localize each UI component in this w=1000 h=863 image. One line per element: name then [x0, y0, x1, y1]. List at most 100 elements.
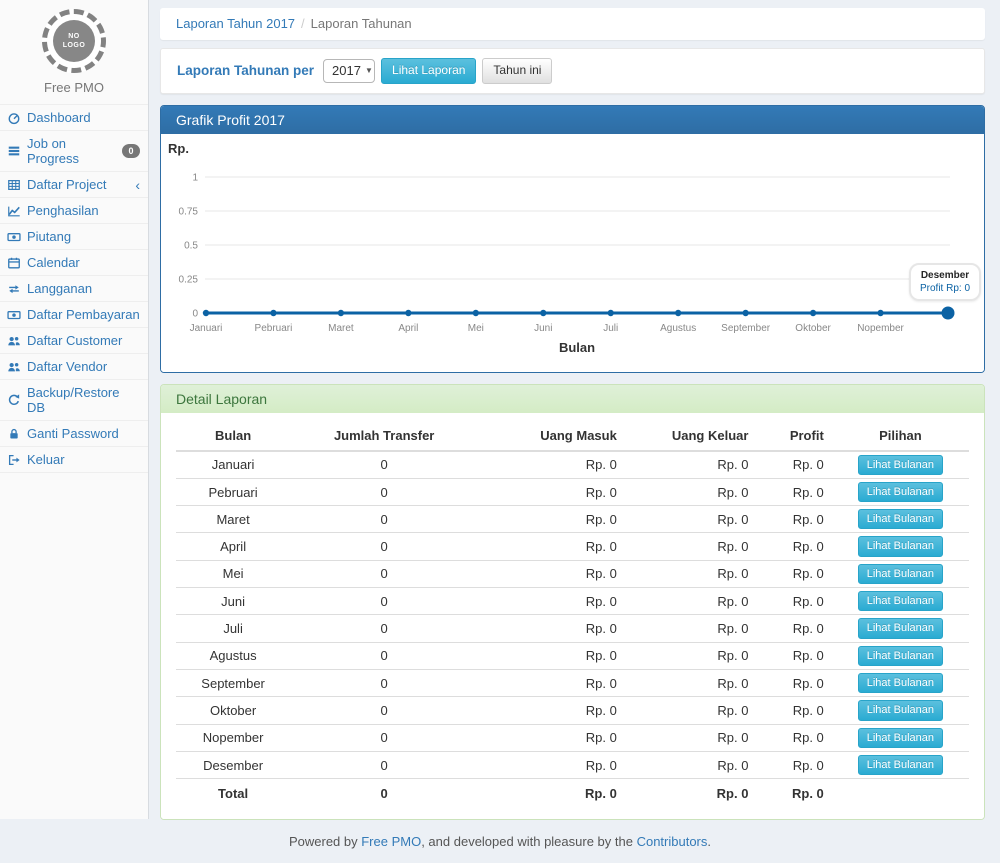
sidebar-item-label: Dashboard	[27, 110, 91, 125]
cell-bulan: Juli	[176, 615, 290, 642]
cell-uang-keluar: Rp. 0	[625, 478, 757, 505]
table-header-row: Bulan Jumlah Transfer Uang Masuk Uang Ke…	[176, 421, 969, 451]
col-header-profit: Profit	[756, 421, 831, 451]
table-row: Maret0Rp. 0Rp. 0Rp. 0Lihat Bulanan	[176, 506, 969, 533]
table-row: Juni0Rp. 0Rp. 0Rp. 0Lihat Bulanan	[176, 588, 969, 615]
cell-profit: Rp. 0	[756, 560, 831, 587]
cell-jumlah-transfer: 0	[290, 779, 478, 806]
tahun-ini-button[interactable]: Tahun ini	[482, 58, 552, 84]
cell-bulan: Agustus	[176, 642, 290, 669]
sidebar-item-daftar-vendor[interactable]: Daftar Vendor	[0, 354, 148, 380]
sidebar-item-job-on-progress[interactable]: Job on Progress0	[0, 131, 148, 172]
sidebar-item-label: Daftar Pembayaran	[27, 307, 140, 322]
svg-text:1: 1	[192, 172, 198, 183]
lihat-bulanan-button[interactable]: Lihat Bulanan	[858, 618, 943, 638]
sidebar-item-ganti-password[interactable]: Ganti Password	[0, 421, 148, 447]
svg-text:0.75: 0.75	[179, 206, 199, 217]
svg-text:Agustus: Agustus	[660, 323, 696, 334]
table-row: Januari0Rp. 0Rp. 0Rp. 0Lihat Bulanan	[176, 451, 969, 479]
lihat-bulanan-button[interactable]: Lihat Bulanan	[858, 536, 943, 556]
lihat-bulanan-button[interactable]: Lihat Bulanan	[858, 591, 943, 611]
cell-profit: Rp. 0	[756, 669, 831, 696]
breadcrumb: Laporan Tahun 2017/Laporan Tahunan	[160, 8, 985, 40]
cell-bulan: Pebruari	[176, 478, 290, 505]
sidebar-item-label: Daftar Project	[27, 177, 106, 192]
lihat-bulanan-button[interactable]: Lihat Bulanan	[858, 755, 943, 775]
sidebar-item-piutang[interactable]: Piutang	[0, 224, 148, 250]
lihat-bulanan-button[interactable]: Lihat Bulanan	[858, 673, 943, 693]
svg-text:Pebruari: Pebruari	[255, 323, 293, 334]
cell-pilihan: Lihat Bulanan	[832, 478, 969, 505]
cell-profit: Rp. 0	[756, 697, 831, 724]
cell-jumlah-transfer: 0	[290, 642, 478, 669]
cell-bulan: Mei	[176, 560, 290, 587]
lihat-bulanan-button[interactable]: Lihat Bulanan	[858, 482, 943, 502]
cell-pilihan: Lihat Bulanan	[832, 697, 969, 724]
sidebar-item-keluar[interactable]: Keluar	[0, 447, 148, 473]
lihat-bulanan-button[interactable]: Lihat Bulanan	[858, 646, 943, 666]
detail-panel-title: Detail Laporan	[161, 385, 984, 413]
breadcrumb-link[interactable]: Laporan Tahun 2017	[176, 16, 295, 31]
cell-bulan: Januari	[176, 451, 290, 479]
refresh-icon	[7, 393, 21, 407]
cell-uang-keluar: Rp. 0	[625, 615, 757, 642]
lihat-bulanan-button[interactable]: Lihat Bulanan	[858, 564, 943, 584]
sidebar-item-penghasilan[interactable]: Penghasilan	[0, 198, 148, 224]
cell-pilihan: Lihat Bulanan	[832, 724, 969, 751]
cell-uang-keluar: Rp. 0	[625, 779, 757, 806]
cell-uang-masuk: Rp. 0	[478, 642, 625, 669]
cell-bulan: April	[176, 533, 290, 560]
sidebar-item-label: Daftar Customer	[27, 333, 122, 348]
col-header-bulan: Bulan	[176, 421, 290, 451]
table-row: Desember0Rp. 0Rp. 0Rp. 0Lihat Bulanan	[176, 751, 969, 778]
cell-profit: Rp. 0	[756, 478, 831, 505]
sidebar-item-dashboard[interactable]: Dashboard	[0, 105, 148, 131]
contributors-link[interactable]: Contributors	[637, 834, 708, 849]
tasks-icon	[7, 144, 21, 158]
cell-profit: Rp. 0	[756, 724, 831, 751]
table-row: Pebruari0Rp. 0Rp. 0Rp. 0Lihat Bulanan	[176, 478, 969, 505]
lihat-bulanan-button[interactable]: Lihat Bulanan	[858, 700, 943, 720]
content: Laporan Tahun 2017/Laporan Tahunan Lapor…	[160, 0, 985, 820]
sidebar-item-label: Ganti Password	[27, 426, 119, 441]
profit-line-chart: 00.250.50.751JanuariPebruariMaretAprilMe…	[161, 134, 984, 372]
svg-text:Nopember: Nopember	[857, 323, 904, 334]
cell-bulan: September	[176, 669, 290, 696]
sidebar-item-backup-restore-db[interactable]: Backup/Restore DB	[0, 380, 148, 421]
cell-uang-keluar: Rp. 0	[625, 560, 757, 587]
cell-pilihan: Lihat Bulanan	[832, 506, 969, 533]
cell-pilihan: Lihat Bulanan	[832, 669, 969, 696]
cell-uang-masuk: Rp. 0	[478, 724, 625, 751]
free-pmo-link[interactable]: Free PMO	[361, 834, 421, 849]
svg-text:Bulan: Bulan	[559, 340, 595, 355]
lihat-bulanan-button[interactable]: Lihat Bulanan	[858, 455, 943, 475]
cell-profit: Rp. 0	[756, 506, 831, 533]
year-select[interactable]: 2017 ▼	[323, 59, 375, 83]
svg-text:April: April	[398, 323, 418, 334]
sidebar-item-langganan[interactable]: Langganan	[0, 276, 148, 302]
sidebar-item-daftar-customer[interactable]: Daftar Customer	[0, 328, 148, 354]
sidebar-item-calendar[interactable]: Calendar	[0, 250, 148, 276]
svg-text:0.5: 0.5	[184, 240, 198, 251]
sidebar-item-daftar-pembayaran[interactable]: Daftar Pembayaran	[0, 302, 148, 328]
dashboard-icon	[7, 111, 21, 125]
lihat-laporan-button[interactable]: Lihat Laporan	[381, 58, 476, 84]
lihat-bulanan-button[interactable]: Lihat Bulanan	[858, 509, 943, 529]
svg-text:Juni: Juni	[534, 323, 552, 334]
logo-text-line2: LOGO	[63, 41, 86, 50]
cell-pilihan: Lihat Bulanan	[832, 615, 969, 642]
cell-profit: Rp. 0	[756, 642, 831, 669]
chart-tooltip: Desember Profit Rp: 0	[909, 263, 981, 301]
svg-text:Mei: Mei	[468, 323, 484, 334]
chart-body: Rp. 00.250.50.751JanuariPebruariMaretApr…	[161, 134, 984, 372]
sidebar-item-daftar-project[interactable]: Daftar Project ‹	[0, 172, 148, 198]
lihat-bulanan-button[interactable]: Lihat Bulanan	[858, 728, 943, 748]
retweet-icon	[7, 282, 21, 296]
sidebar-item-label: Langganan	[27, 281, 92, 296]
footer: Powered by Free PMO, and developed with …	[0, 820, 1000, 863]
chart-panel: Grafik Profit 2017 Rp. 00.250.50.751Janu…	[160, 105, 985, 373]
chevron-left-icon: ‹	[135, 180, 140, 190]
users-icon	[7, 360, 21, 374]
cell-uang-masuk: Rp. 0	[478, 478, 625, 505]
cell-uang-masuk: Rp. 0	[478, 697, 625, 724]
